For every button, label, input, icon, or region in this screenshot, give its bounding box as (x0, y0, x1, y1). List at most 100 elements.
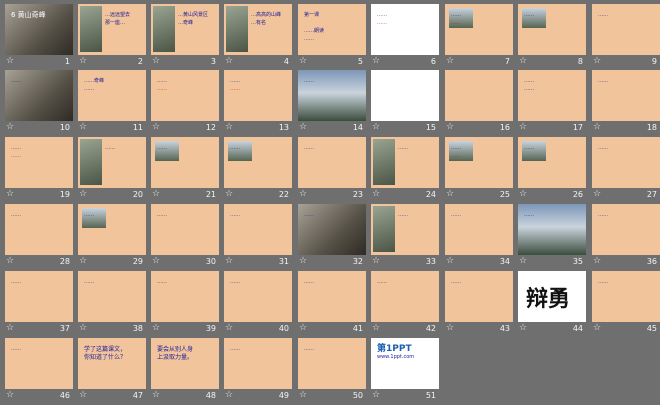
slide-preview[interactable]: …… (224, 338, 292, 389)
slide-preview[interactable]: …… …… (445, 137, 513, 188)
slide-preview[interactable]: …… (298, 204, 366, 255)
slide-preview[interactable]: …… (518, 4, 586, 55)
slide-preview[interactable]: …… (298, 137, 366, 188)
slide-thumbnail[interactable]: …… …… ☆ 19 (3, 136, 76, 204)
slide-thumbnail[interactable]: 学了这篇课文， 你知道了什么？ ☆ 47 (76, 337, 149, 405)
slide-thumbnail[interactable]: …… ☆ 41 (296, 270, 369, 338)
slide-thumbnail[interactable]: …… ☆ 38 (76, 270, 149, 338)
slide-preview[interactable]: …… …… (224, 70, 292, 121)
slide-thumbnail[interactable]: 第1PPT www.1ppt.com ☆ 51 (369, 337, 442, 405)
slide-thumbnail[interactable]: …… ☆ 36 (590, 203, 660, 271)
slide-preview[interactable]: …… (592, 70, 660, 121)
slide-preview[interactable]: …… (5, 204, 73, 255)
slide-thumbnail[interactable]: ☆ 15 (369, 69, 442, 137)
slide-preview[interactable]: …… (371, 204, 439, 255)
slide-thumbnail[interactable]: …… ☆ 45 (590, 270, 660, 338)
slide-thumbnail[interactable]: …… ☆ 30 (149, 203, 222, 271)
slide-thumbnail[interactable]: …… …… ☆ 7 (443, 3, 516, 71)
slide-thumbnail[interactable]: …… ☆ 23 (296, 136, 369, 204)
slide-thumbnail[interactable]: …… ☆ 49 (222, 337, 295, 405)
slide-preview[interactable]: …… (445, 271, 513, 322)
slide-preview[interactable]: …… (5, 338, 73, 389)
slide-thumbnail[interactable]: …… ☆ 10 (3, 69, 76, 137)
slide-preview[interactable]: 第一课 ……朗读 …… (298, 4, 366, 55)
slide-preview[interactable]: …… (78, 137, 146, 188)
slide-thumbnail[interactable]: …… ☆ 31 (222, 203, 295, 271)
slide-preview[interactable]: …… …… (371, 4, 439, 55)
slide-preview[interactable]: …… (78, 271, 146, 322)
slide-thumbnail[interactable]: …… ☆ 29 (76, 203, 149, 271)
slide-preview[interactable]: …… (5, 70, 73, 121)
slide-preview[interactable]: …… (151, 137, 219, 188)
slide-preview[interactable]: …… (371, 137, 439, 188)
slide-preview[interactable]: …… (445, 204, 513, 255)
slide-preview[interactable]: …… (151, 204, 219, 255)
slide-thumbnail[interactable]: …黄山风景区 …奇峰 ☆ 3 (149, 3, 222, 71)
slide-thumbnail[interactable]: …… ☆ 34 (443, 203, 516, 271)
slide-thumbnail[interactable]: …… ☆ 32 (296, 203, 369, 271)
slide-preview[interactable]: …远远望去 那一座… (78, 4, 146, 55)
slide-preview[interactable]: …… (224, 137, 292, 188)
slide-preview[interactable]: …… (298, 70, 366, 121)
slide-preview[interactable]: 要会从别人身 上汲取力量。 (151, 338, 219, 389)
slide-thumbnail[interactable]: 第一课 ……朗读 …… ☆ 5 (296, 3, 369, 71)
slide-thumbnail[interactable]: 6 黄山奇峰 ☆ 1 (3, 3, 76, 71)
slide-thumbnail[interactable]: 辩勇 ☆ 44 (516, 270, 589, 338)
slide-preview[interactable]: 6 黄山奇峰 (5, 4, 73, 55)
slide-preview[interactable]: …… …… (445, 4, 513, 55)
slide-thumbnail[interactable]: …… …… ☆ 13 (222, 69, 295, 137)
slide-thumbnail[interactable]: …… …… ☆ 25 (443, 136, 516, 204)
slide-thumbnail[interactable]: …… ☆ 43 (443, 270, 516, 338)
slide-preview[interactable]: …黄山风景区 …奇峰 (151, 4, 219, 55)
slide-preview[interactable]: …… (151, 271, 219, 322)
slide-thumbnail[interactable]: …… ☆ 14 (296, 69, 369, 137)
slide-thumbnail[interactable]: …… ☆ 50 (296, 337, 369, 405)
slide-preview[interactable]: …… (592, 137, 660, 188)
slide-thumbnail[interactable]: …… ☆ 27 (590, 136, 660, 204)
slide-thumbnail[interactable]: …… ☆ 46 (3, 337, 76, 405)
slide-preview[interactable]: 第1PPT www.1ppt.com (371, 338, 439, 389)
slide-thumbnail[interactable]: ☆ 16 (443, 69, 516, 137)
slide-thumbnail[interactable]: …… ☆ 28 (3, 203, 76, 271)
slide-thumbnail[interactable]: …高高的山峰 …有名 ☆ 4 (222, 3, 295, 71)
slide-preview[interactable]: …… (592, 204, 660, 255)
slide-thumbnail[interactable]: …… ☆ 40 (222, 270, 295, 338)
slide-thumbnail[interactable]: …… ☆ 26 (516, 136, 589, 204)
slide-thumbnail[interactable]: …… …… ☆ 12 (149, 69, 222, 137)
slide-preview[interactable]: …… (5, 271, 73, 322)
slide-thumbnail[interactable]: …… ☆ 21 (149, 136, 222, 204)
slide-preview[interactable]: …… (298, 338, 366, 389)
slide-preview[interactable]: …… (371, 271, 439, 322)
slide-preview[interactable] (371, 70, 439, 121)
slide-preview[interactable]: ……奇峰 …… (78, 70, 146, 121)
slide-preview[interactable]: …… …… (518, 70, 586, 121)
slide-thumbnail[interactable]: …… ☆ 37 (3, 270, 76, 338)
slide-thumbnail[interactable]: …… ☆ 20 (76, 136, 149, 204)
slide-preview[interactable]: …… …… (151, 70, 219, 121)
slide-thumbnail[interactable]: …… ☆ 18 (590, 69, 660, 137)
slide-thumbnail[interactable]: …… ☆ 42 (369, 270, 442, 338)
slide-thumbnail[interactable]: ……奇峰 …… ☆ 11 (76, 69, 149, 137)
slide-thumbnail[interactable]: …… ☆ 24 (369, 136, 442, 204)
slide-preview[interactable]: 辩勇 (518, 271, 586, 322)
slide-thumbnail[interactable]: …… ☆ 9 (590, 3, 660, 71)
slide-preview[interactable]: 学了这篇课文， 你知道了什么？ (78, 338, 146, 389)
slide-thumbnail[interactable]: …… ☆ 22 (222, 136, 295, 204)
slide-preview[interactable]: …… (224, 271, 292, 322)
slide-preview[interactable]: …… (592, 4, 660, 55)
slide-thumbnail[interactable]: 要会从别人身 上汲取力量。 ☆ 48 (149, 337, 222, 405)
slide-preview[interactable]: …… …… (5, 137, 73, 188)
slide-thumbnail[interactable]: …… ☆ 8 (516, 3, 589, 71)
slide-preview[interactable] (445, 70, 513, 121)
slide-thumbnail[interactable]: …… …… ☆ 6 (369, 3, 442, 71)
slide-thumbnail[interactable]: …… ☆ 39 (149, 270, 222, 338)
slide-preview[interactable]: …… (518, 204, 586, 255)
slide-preview[interactable]: …… (592, 271, 660, 322)
slide-thumbnail[interactable]: …… ☆ 35 (516, 203, 589, 271)
slide-thumbnail[interactable]: …… ☆ 33 (369, 203, 442, 271)
slide-thumbnail[interactable]: …远远望去 那一座… ☆ 2 (76, 3, 149, 71)
slide-preview[interactable]: …… (518, 137, 586, 188)
slide-preview[interactable]: …… (224, 204, 292, 255)
slide-preview[interactable]: …高高的山峰 …有名 (224, 4, 292, 55)
slide-preview[interactable]: …… (298, 271, 366, 322)
